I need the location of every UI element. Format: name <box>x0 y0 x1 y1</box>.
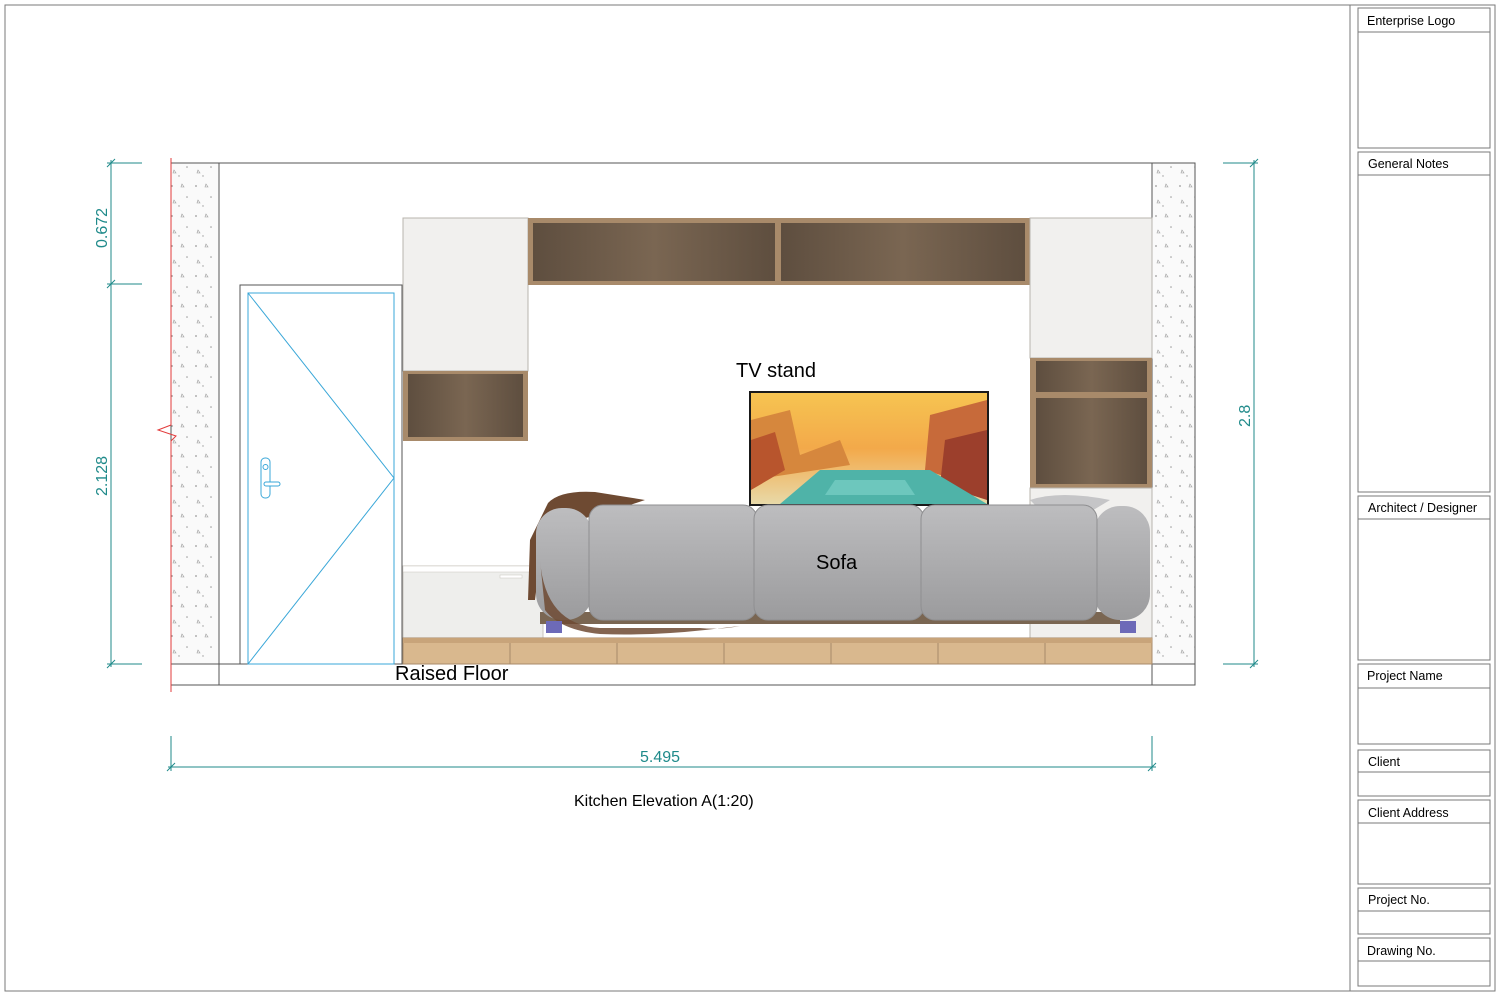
label-sofa: Sofa <box>816 552 858 574</box>
upper-cabinets <box>528 218 1030 285</box>
tb-project-no: Project No. <box>1368 893 1430 907</box>
left-tall-cabinet <box>402 217 529 566</box>
dim-total-width: 5.495 <box>640 749 680 766</box>
tb-project-name: Project Name <box>1367 669 1443 683</box>
tb-drawing-no: Drawing No. <box>1367 944 1436 958</box>
dim-top-height: 0.672 <box>94 208 111 248</box>
tb-general-notes: General Notes <box>1368 157 1449 171</box>
title-block <box>1357 7 1491 987</box>
upper-cabinet-door <box>781 223 1025 281</box>
tb-client: Client <box>1368 755 1400 769</box>
dim-door-height: 2.128 <box>94 456 111 496</box>
tb-client-address: Client Address <box>1368 806 1449 820</box>
sofa-leg <box>1120 621 1136 633</box>
tv-screen <box>749 391 989 506</box>
label-tv-stand: TV stand <box>736 360 816 382</box>
sofa-cushion <box>588 504 758 621</box>
sofa-cushion <box>920 504 1098 621</box>
raised-floor-platform <box>402 637 1153 665</box>
left-wall <box>170 162 220 665</box>
tb-architect-designer: Architect / Designer <box>1368 501 1477 515</box>
sofa-leg <box>546 621 562 633</box>
elevation-drawing: TV stand Sofa Raised Floor 0.672 2.128 2… <box>94 158 1259 810</box>
drawing-sheet: TV stand Sofa Raised Floor 0.672 2.128 2… <box>4 4 1496 992</box>
sofa-arm-right <box>1094 506 1150 620</box>
dim-total-height: 2.8 <box>1237 405 1254 427</box>
label-raised-floor: Raised Floor <box>395 663 509 685</box>
low-console <box>402 565 544 639</box>
drawing-title: Kitchen Elevation A(1:20) <box>574 793 754 810</box>
upper-cabinet-door <box>533 223 775 281</box>
door <box>239 284 403 665</box>
right-wall <box>1151 162 1196 665</box>
tb-enterprise-logo: Enterprise Logo <box>1367 14 1455 28</box>
